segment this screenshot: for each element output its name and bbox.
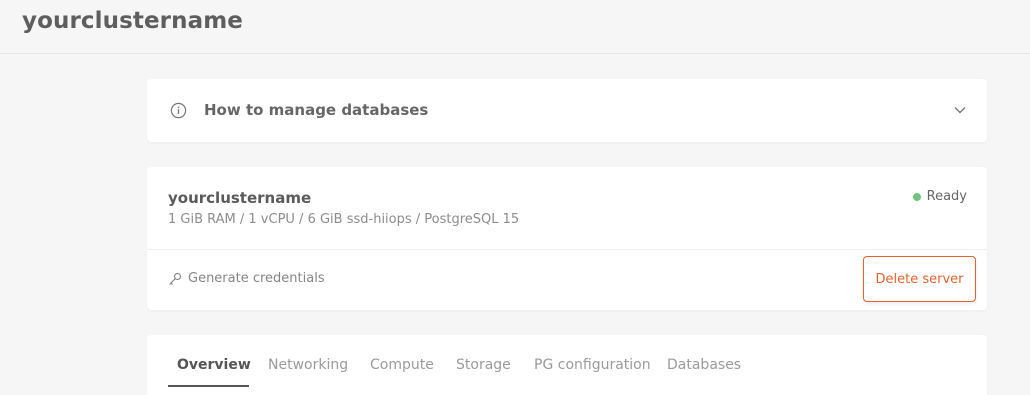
tab-networking[interactable]: Networking [268,357,348,373]
tab-pg-configuration[interactable]: PG configuration [534,357,651,373]
status-badge: Ready [912,189,967,204]
key-icon [169,272,182,285]
tab-bar: Overview Networking Compute Storage PG c… [147,335,987,395]
cluster-card: yourclustername 1 GiB RAM / 1 vCPU / 6 G… [147,167,987,310]
page-title: yourclustername [22,8,243,34]
cluster-specs: 1 GiB RAM / 1 vCPU / 6 GiB ssd-hiiops / … [168,212,520,227]
active-tab-indicator [168,385,249,387]
cluster-name: yourclustername [168,189,312,207]
tab-compute[interactable]: Compute [370,357,434,373]
tab-overview[interactable]: Overview [177,357,251,373]
tab-databases[interactable]: Databases [667,357,741,373]
divider [147,249,987,250]
accordion-title: How to manage databases [204,101,429,119]
top-bar: yourclustername [0,0,1030,54]
delete-server-button[interactable]: Delete server [863,256,976,302]
status-label: Ready [926,189,967,204]
generate-credentials-link[interactable]: Generate credentials [168,271,325,286]
info-circle-icon [170,102,187,119]
status-dot-icon [912,192,921,201]
tab-storage[interactable]: Storage [456,357,511,373]
chevron-down-icon[interactable] [953,103,967,117]
manage-databases-accordion[interactable]: How to manage databases [147,79,987,142]
generate-credentials-label: Generate credentials [188,271,325,286]
